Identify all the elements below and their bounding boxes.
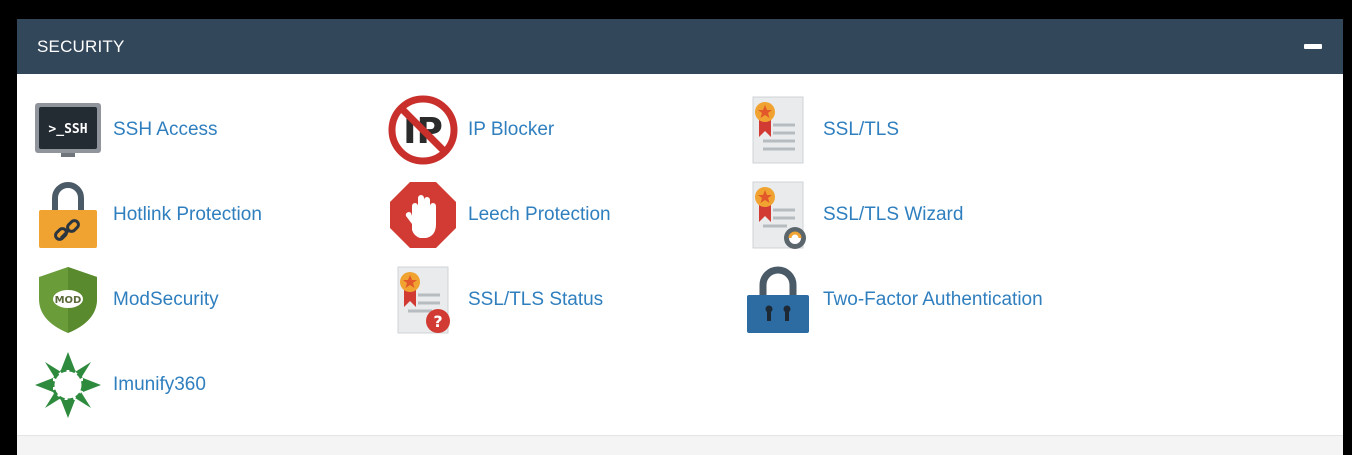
ssl-tls-wizard-item[interactable]: SSL/TLS Wizard — [743, 180, 963, 250]
imunify360-label: Imunify360 — [113, 374, 206, 395]
hotlink-protection-label: Hotlink Protection — [113, 204, 262, 225]
ip-blocker-icon: IP — [388, 95, 458, 165]
security-panel: SECURITY >_SSH SSH Access IP IP Blocker — [17, 19, 1343, 455]
ssl-tls-status-label: SSL/TLS Status — [468, 289, 604, 310]
two-factor-auth-item[interactable]: Two-Factor Authentication — [743, 265, 1043, 335]
ip-blocker-label: IP Blocker — [468, 119, 555, 140]
two-factor-lock-icon — [743, 265, 813, 335]
panel-title: SECURITY — [37, 36, 125, 56]
minus-icon — [1304, 44, 1322, 49]
ssl-tls-label: SSL/TLS — [823, 119, 900, 140]
ip-blocker-item[interactable]: IP IP Blocker — [388, 95, 554, 165]
svg-text:?: ? — [433, 312, 442, 331]
imunify360-item[interactable]: Imunify360 — [33, 350, 206, 420]
certificate-icon — [743, 95, 813, 165]
svg-text:>_SSH: >_SSH — [48, 122, 87, 137]
ssh-access-item[interactable]: >_SSH SSH Access — [33, 95, 218, 165]
panel-footer — [17, 435, 1343, 455]
ssl-tls-wizard-label: SSL/TLS Wizard — [823, 204, 964, 225]
ssh-terminal-icon: >_SSH — [33, 95, 103, 165]
panel-header[interactable]: SECURITY — [17, 19, 1343, 74]
ssl-tls-item[interactable]: SSL/TLS — [743, 95, 899, 165]
certificate-status-icon: ? — [388, 265, 458, 335]
ssl-tls-status-item[interactable]: ? SSL/TLS Status — [388, 265, 603, 335]
svg-text:MOD: MOD — [55, 295, 82, 306]
ssh-access-label: SSH Access — [113, 119, 218, 140]
two-factor-auth-label: Two-Factor Authentication — [823, 289, 1043, 310]
imunify-star-icon — [33, 350, 103, 420]
leech-protection-label: Leech Protection — [468, 204, 611, 225]
collapse-button[interactable] — [1303, 37, 1323, 57]
certificate-wizard-icon — [743, 180, 813, 250]
modsecurity-label: ModSecurity — [113, 289, 219, 310]
leech-protection-item[interactable]: Leech Protection — [388, 180, 611, 250]
stop-hand-icon — [388, 180, 458, 250]
mod-shield-icon: MOD — [33, 265, 103, 335]
modsecurity-item[interactable]: MOD ModSecurity — [33, 265, 219, 335]
padlock-link-icon — [33, 180, 103, 250]
hotlink-protection-item[interactable]: Hotlink Protection — [33, 180, 262, 250]
